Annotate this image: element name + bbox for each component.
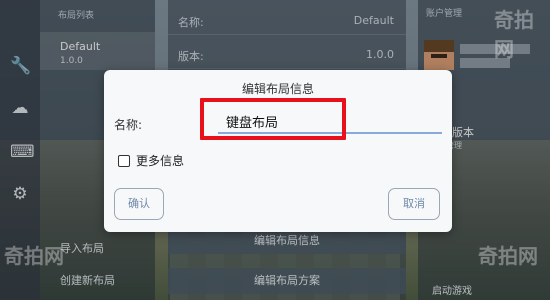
name-label: 名称:	[114, 118, 143, 132]
more-info-checkbox[interactable]	[118, 154, 130, 167]
edit-layout-dialog: 编辑布局信息 名称: 更多信息 确认 取消	[104, 70, 452, 232]
more-info-option[interactable]: 更多信息	[118, 152, 184, 169]
cancel-button[interactable]: 取消	[388, 188, 440, 220]
watermark: 奇拍网	[478, 244, 538, 268]
dialog-title: 编辑布局信息	[241, 82, 314, 96]
more-info-label: 更多信息	[136, 154, 185, 168]
highlight-box	[200, 98, 346, 140]
watermark: 奇拍网	[494, 8, 534, 61]
watermark: 奇拍网	[4, 244, 64, 268]
confirm-button[interactable]: 确认	[114, 188, 164, 220]
